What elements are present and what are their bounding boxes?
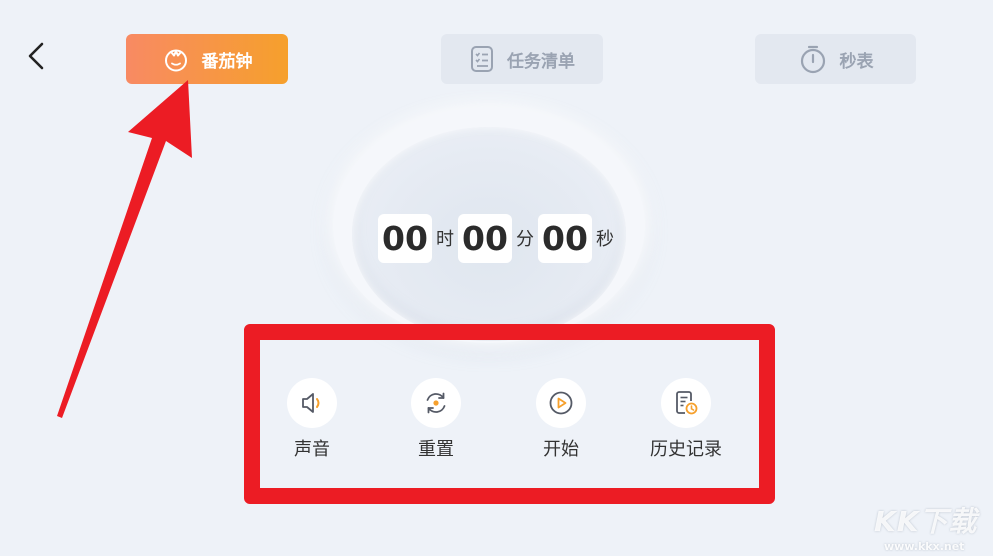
back-button[interactable]	[20, 38, 56, 74]
watermark-logo: KK下载	[874, 505, 978, 538]
tab-pomodoro[interactable]: 番茄钟	[126, 34, 288, 84]
speaker-icon	[302, 393, 320, 413]
seconds-unit: 秒	[596, 229, 614, 250]
history-icon	[676, 391, 698, 415]
reset-icon-wrap	[411, 378, 461, 428]
start-button[interactable]: 开始	[511, 378, 611, 461]
reset-button[interactable]: 重置	[386, 378, 486, 461]
tomato-icon	[164, 49, 187, 72]
watermark-url: www.kkx.net	[884, 540, 965, 553]
play-icon	[549, 391, 573, 415]
start-label: 开始	[543, 439, 579, 460]
history-label: 历史记录	[650, 439, 722, 460]
stopwatch-icon	[800, 45, 825, 74]
tab-stopwatch[interactable]: 秒表	[755, 34, 916, 84]
hours-unit: 时	[436, 229, 454, 250]
reset-label: 重置	[418, 439, 454, 460]
timer-display: 00 时 00 分 00 秒	[378, 213, 618, 263]
sound-label: 声音	[294, 439, 330, 460]
seconds-value: 00	[538, 213, 592, 263]
tab-label: 秒表	[839, 51, 874, 72]
tab-task-list[interactable]: 任务清单	[441, 34, 603, 84]
tab-label: 番茄钟	[201, 51, 253, 72]
sound-button[interactable]: 声音	[262, 378, 362, 461]
minutes-value: 00	[458, 213, 512, 263]
minutes-unit: 分	[516, 229, 534, 250]
history-icon-wrap	[661, 378, 711, 428]
hours-value: 00	[378, 213, 432, 263]
tab-label: 任务清单	[507, 51, 575, 72]
play-icon-wrap	[536, 378, 586, 428]
reset-icon	[426, 392, 446, 414]
history-button[interactable]: 历史记录	[636, 378, 736, 461]
chevron-left-icon	[28, 42, 44, 70]
sound-icon-wrap	[287, 378, 337, 428]
checklist-icon	[471, 46, 493, 72]
